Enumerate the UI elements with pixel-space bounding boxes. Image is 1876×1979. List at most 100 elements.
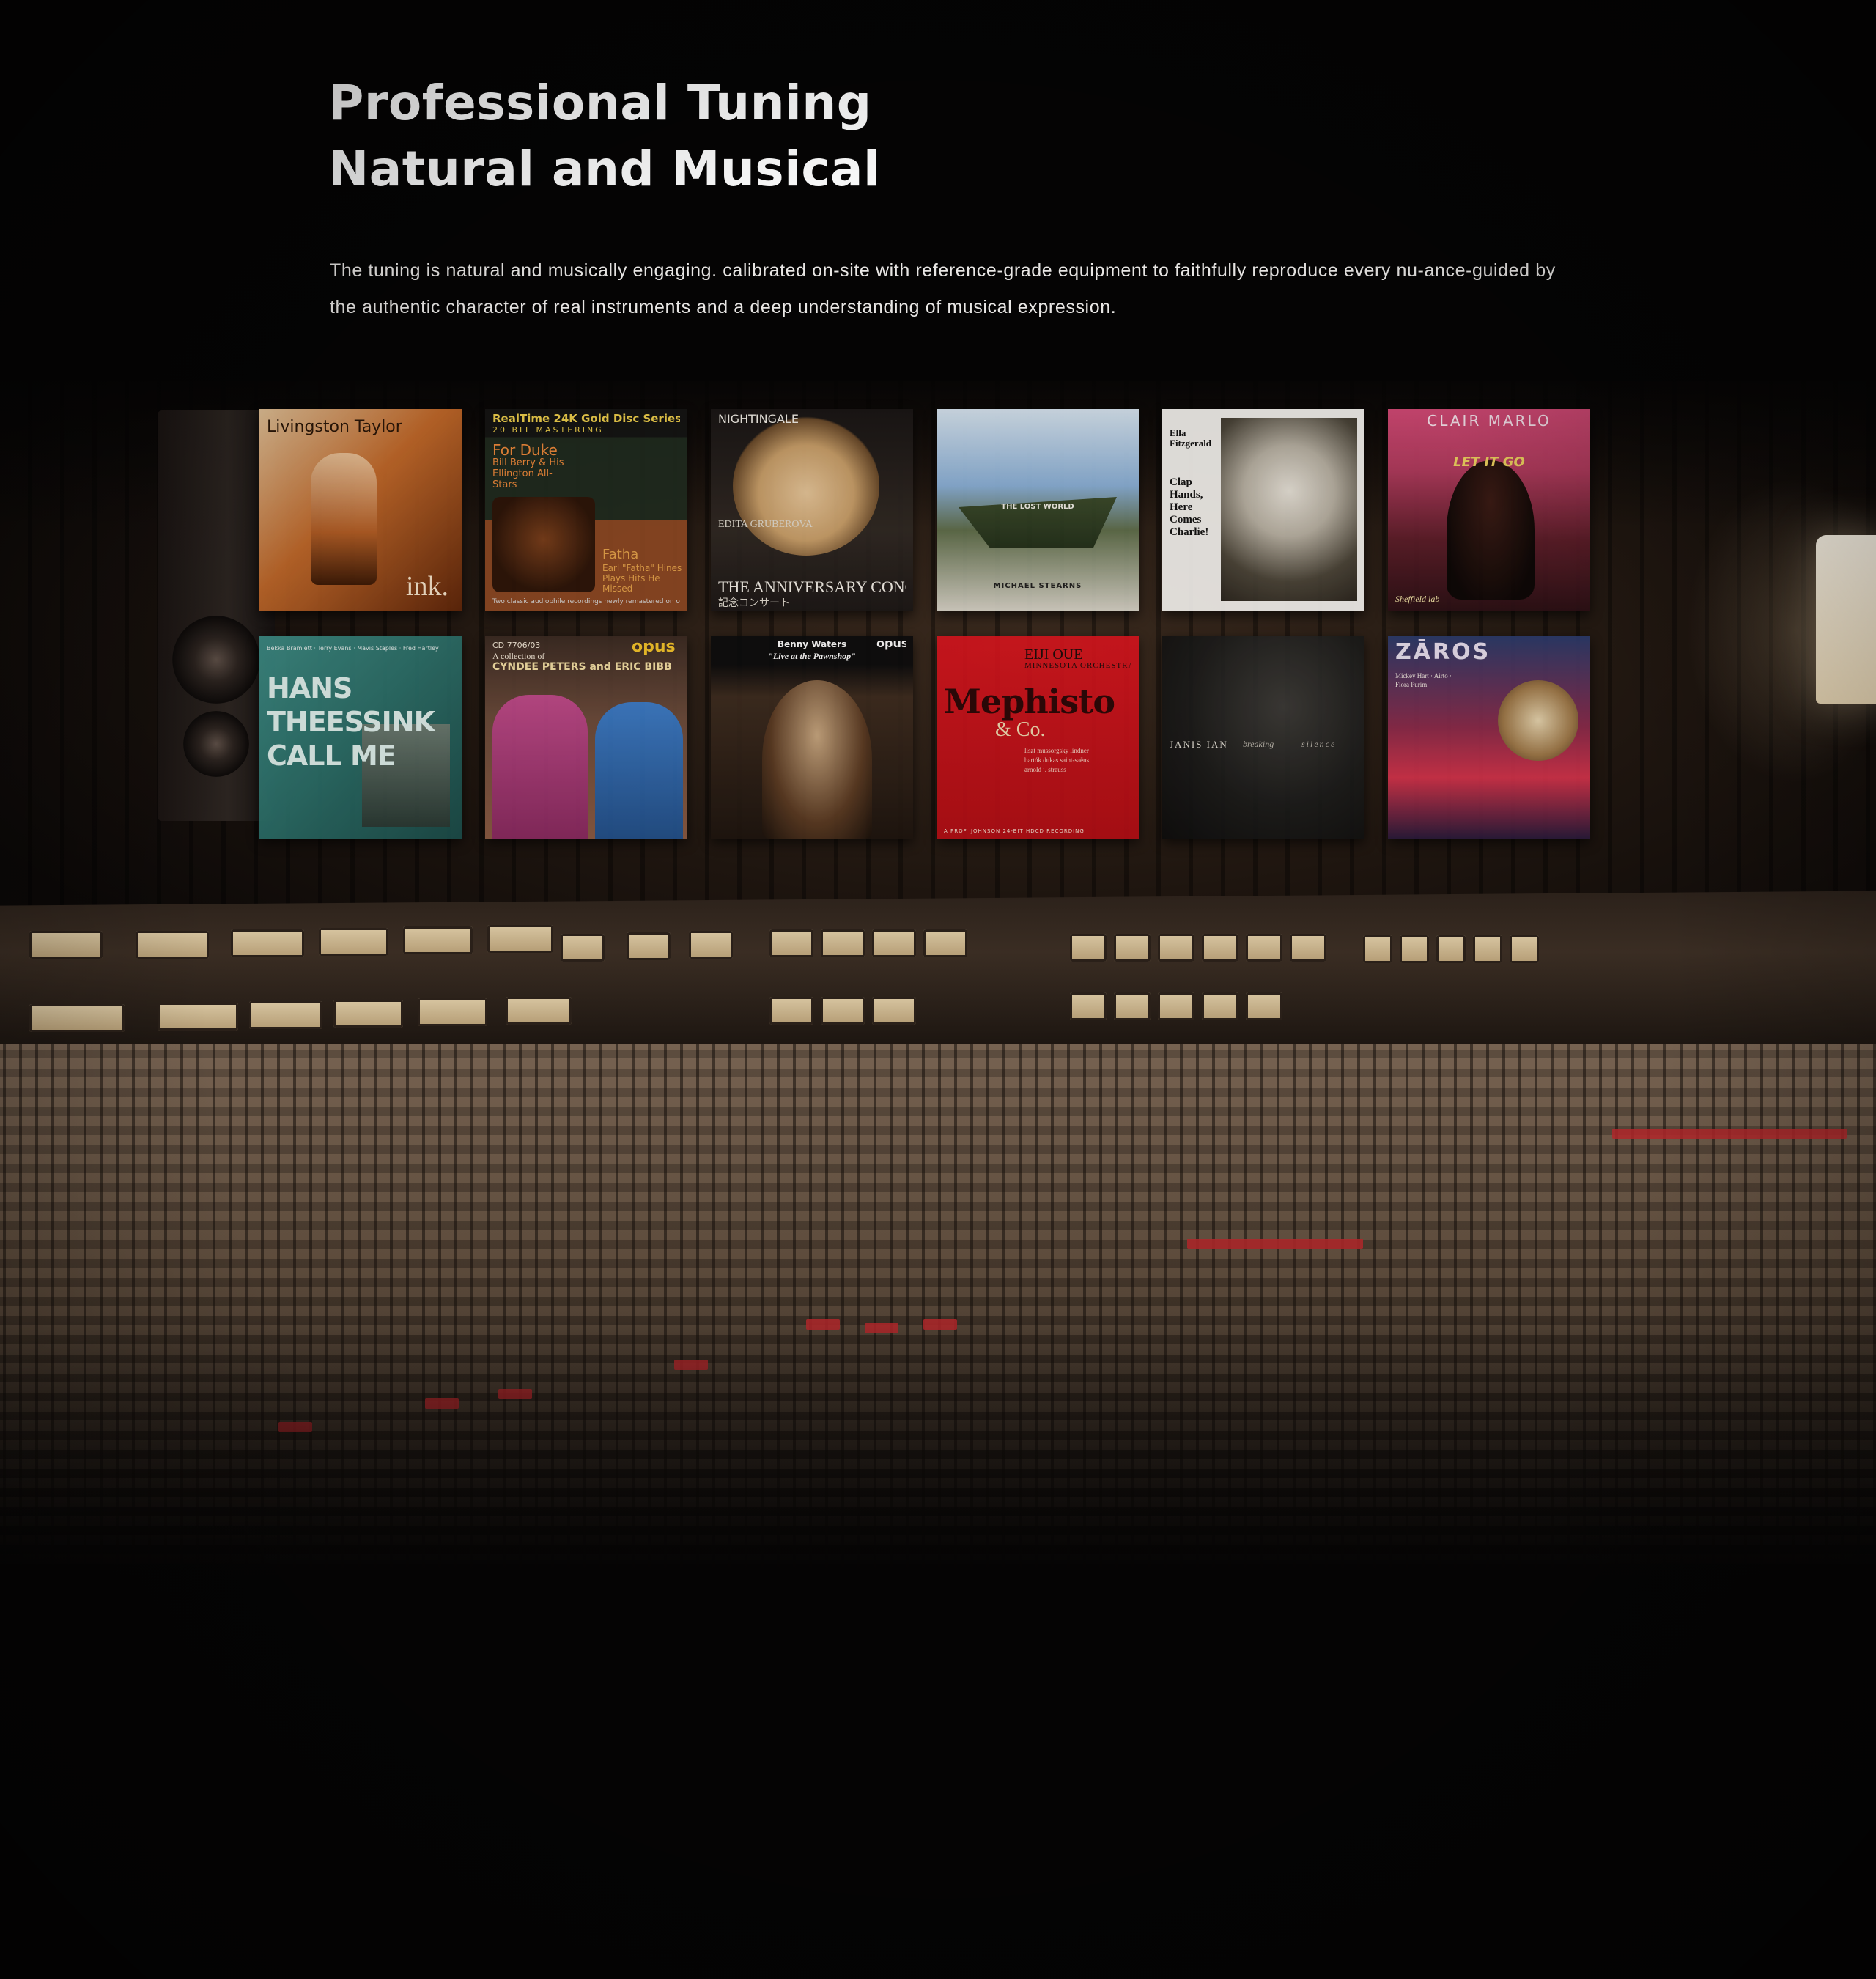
vu-meter xyxy=(231,929,304,957)
album-text: Bekka Bramlett · Terry Evans · Mavis Sta… xyxy=(267,645,439,652)
album-photo xyxy=(595,702,683,839)
album-photo xyxy=(311,453,377,585)
vu-meter xyxy=(872,997,916,1025)
album-text: CLAIR MARLO xyxy=(1427,412,1551,430)
vu-meter xyxy=(821,929,865,957)
album-text: Livingston Taylor xyxy=(267,418,402,436)
album-painting xyxy=(1221,418,1357,601)
vu-meter xyxy=(1363,935,1392,963)
section-description: The tuning is natural and musically enga… xyxy=(330,260,1556,317)
vu-meter xyxy=(1158,992,1194,1020)
album-text: opus xyxy=(632,638,676,656)
vu-meter xyxy=(821,997,865,1025)
album-photo xyxy=(1498,680,1578,761)
album-photo xyxy=(733,416,879,556)
album-art xyxy=(1162,636,1364,839)
album-text: opus xyxy=(876,636,906,650)
vu-meter xyxy=(1158,934,1194,962)
console-shadow xyxy=(0,1319,1876,1686)
album-text: 20 BIT MASTERING xyxy=(492,425,604,435)
vu-meter xyxy=(1202,992,1238,1020)
vu-meter xyxy=(923,929,967,957)
vu-meter xyxy=(1114,992,1151,1020)
album-text: Two classic audiophile recordings newly … xyxy=(492,598,680,605)
album-text: Ella Fitzgerald xyxy=(1170,428,1212,449)
vu-meter xyxy=(1070,992,1107,1020)
album-photo xyxy=(492,695,588,839)
album-text: RealTime 24K Gold Disc Series xyxy=(492,412,680,425)
vu-meter xyxy=(1246,992,1282,1020)
vu-meter xyxy=(1400,935,1429,963)
album-text: & Co. xyxy=(995,718,1046,741)
album-text: "Live at the Pawnshop" xyxy=(768,651,856,661)
album-cover: Livingston Taylor ink. xyxy=(259,409,462,611)
vu-meter xyxy=(769,997,813,1025)
album-photo xyxy=(492,497,595,592)
album-text: Sheffield lab xyxy=(1395,594,1440,604)
vu-meter xyxy=(1114,934,1151,962)
vu-meter xyxy=(1510,935,1539,963)
album-text: ink. xyxy=(406,571,449,602)
album-text: Mickey Hart · Airto · Flora Purim xyxy=(1395,672,1452,688)
vu-meter xyxy=(249,1001,322,1029)
vu-meter xyxy=(506,997,572,1025)
album-text: CYNDEE PETERS and ERIC BIBB xyxy=(492,661,672,673)
album-text: LET IT GO xyxy=(1453,454,1525,470)
album-cover-grid: Livingston Taylor ink. RealTime 24K Gold… xyxy=(259,409,1600,841)
speaker-cone xyxy=(183,711,249,777)
album-text: HANS THEESSINK CALL ME xyxy=(267,672,435,772)
album-text: For Duke xyxy=(492,441,558,459)
vu-meter xyxy=(1436,935,1466,963)
vu-meter xyxy=(29,931,103,959)
vu-meter xyxy=(872,929,916,957)
vu-meter xyxy=(319,928,388,956)
album-text: MINNESOTA ORCHESTRA xyxy=(1024,661,1131,670)
album-cover: NIGHTINGALE EDITA GRUBEROVA THE ANNIVERS… xyxy=(711,409,913,611)
album-cover: JANIS IAN breaking silence xyxy=(1162,636,1364,839)
album-text: NIGHTINGALE xyxy=(718,412,799,426)
album-text: ZĀROS xyxy=(1395,639,1491,665)
album-cover: CD 7706/03 A collection of CYNDEE PETERS… xyxy=(485,636,687,839)
album-cover: RealTime 24K Gold Disc Series 20 BIT MAS… xyxy=(485,409,687,611)
album-text: 記念コンサート xyxy=(718,598,790,609)
speaker-woofer xyxy=(172,616,260,704)
vu-meter xyxy=(561,934,605,962)
album-photo xyxy=(762,680,872,839)
vu-meter xyxy=(689,931,733,959)
album-text: THE LOST WORLD xyxy=(1001,503,1074,511)
vu-meter xyxy=(158,1003,238,1031)
vu-meter xyxy=(1473,935,1502,963)
vu-meter xyxy=(1202,934,1238,962)
album-cover: Ella Fitzgerald Clap Hands, Here Comes C… xyxy=(1162,409,1364,611)
heading-line-2: Natural and Musical xyxy=(328,141,881,197)
vu-meter xyxy=(29,1004,125,1032)
album-photo xyxy=(1447,460,1535,600)
vu-meter xyxy=(403,926,473,954)
vu-meters xyxy=(0,916,1876,1041)
album-cover: ZĀROS Mickey Hart · Airto · Flora Purim xyxy=(1388,636,1590,839)
album-text: MICHAEL STEARNS xyxy=(993,582,1082,590)
vu-meter xyxy=(487,925,553,953)
album-text: liszt mussorgsky lindner bartók dukas sa… xyxy=(1024,747,1089,773)
album-text: Clap Hands, Here Comes Charlie! xyxy=(1170,476,1209,538)
album-cover: Benny Waters "Live at the Pawnshop" opus xyxy=(711,636,913,839)
album-text: Mephisto xyxy=(944,682,1115,721)
album-text: A PROF. JOHNSON 24-BIT HDCD RECORDING xyxy=(944,828,1085,834)
studio-monitor-speaker xyxy=(158,410,275,821)
album-text: THE ANNIVERSARY CONCERT xyxy=(718,578,906,596)
vu-meter xyxy=(136,931,209,959)
album-text: Fatha xyxy=(602,547,639,562)
album-cover: CLAIR MARLO LET IT GO Sheffield lab xyxy=(1388,409,1590,611)
album-text: Bill Berry & His Ellington All-Stars xyxy=(492,457,564,490)
lamp xyxy=(1816,535,1876,704)
section-heading: Professional Tuning Natural and Musical xyxy=(328,70,880,202)
album-text: EDITA GRUBEROVA xyxy=(718,519,813,530)
album-cover: THE LOST WORLD MICHAEL STEARNS xyxy=(937,409,1139,611)
heading-line-1: Professional Tuning xyxy=(328,75,872,131)
vu-meter xyxy=(627,932,671,960)
vu-meter xyxy=(1246,934,1282,962)
album-text: Earl "Fatha" Hines Plays Hits He Missed xyxy=(602,563,682,594)
album-cover: Bekka Bramlett · Terry Evans · Mavis Sta… xyxy=(259,636,462,839)
red-key-strip xyxy=(1187,1239,1363,1249)
vu-meter xyxy=(418,998,487,1026)
